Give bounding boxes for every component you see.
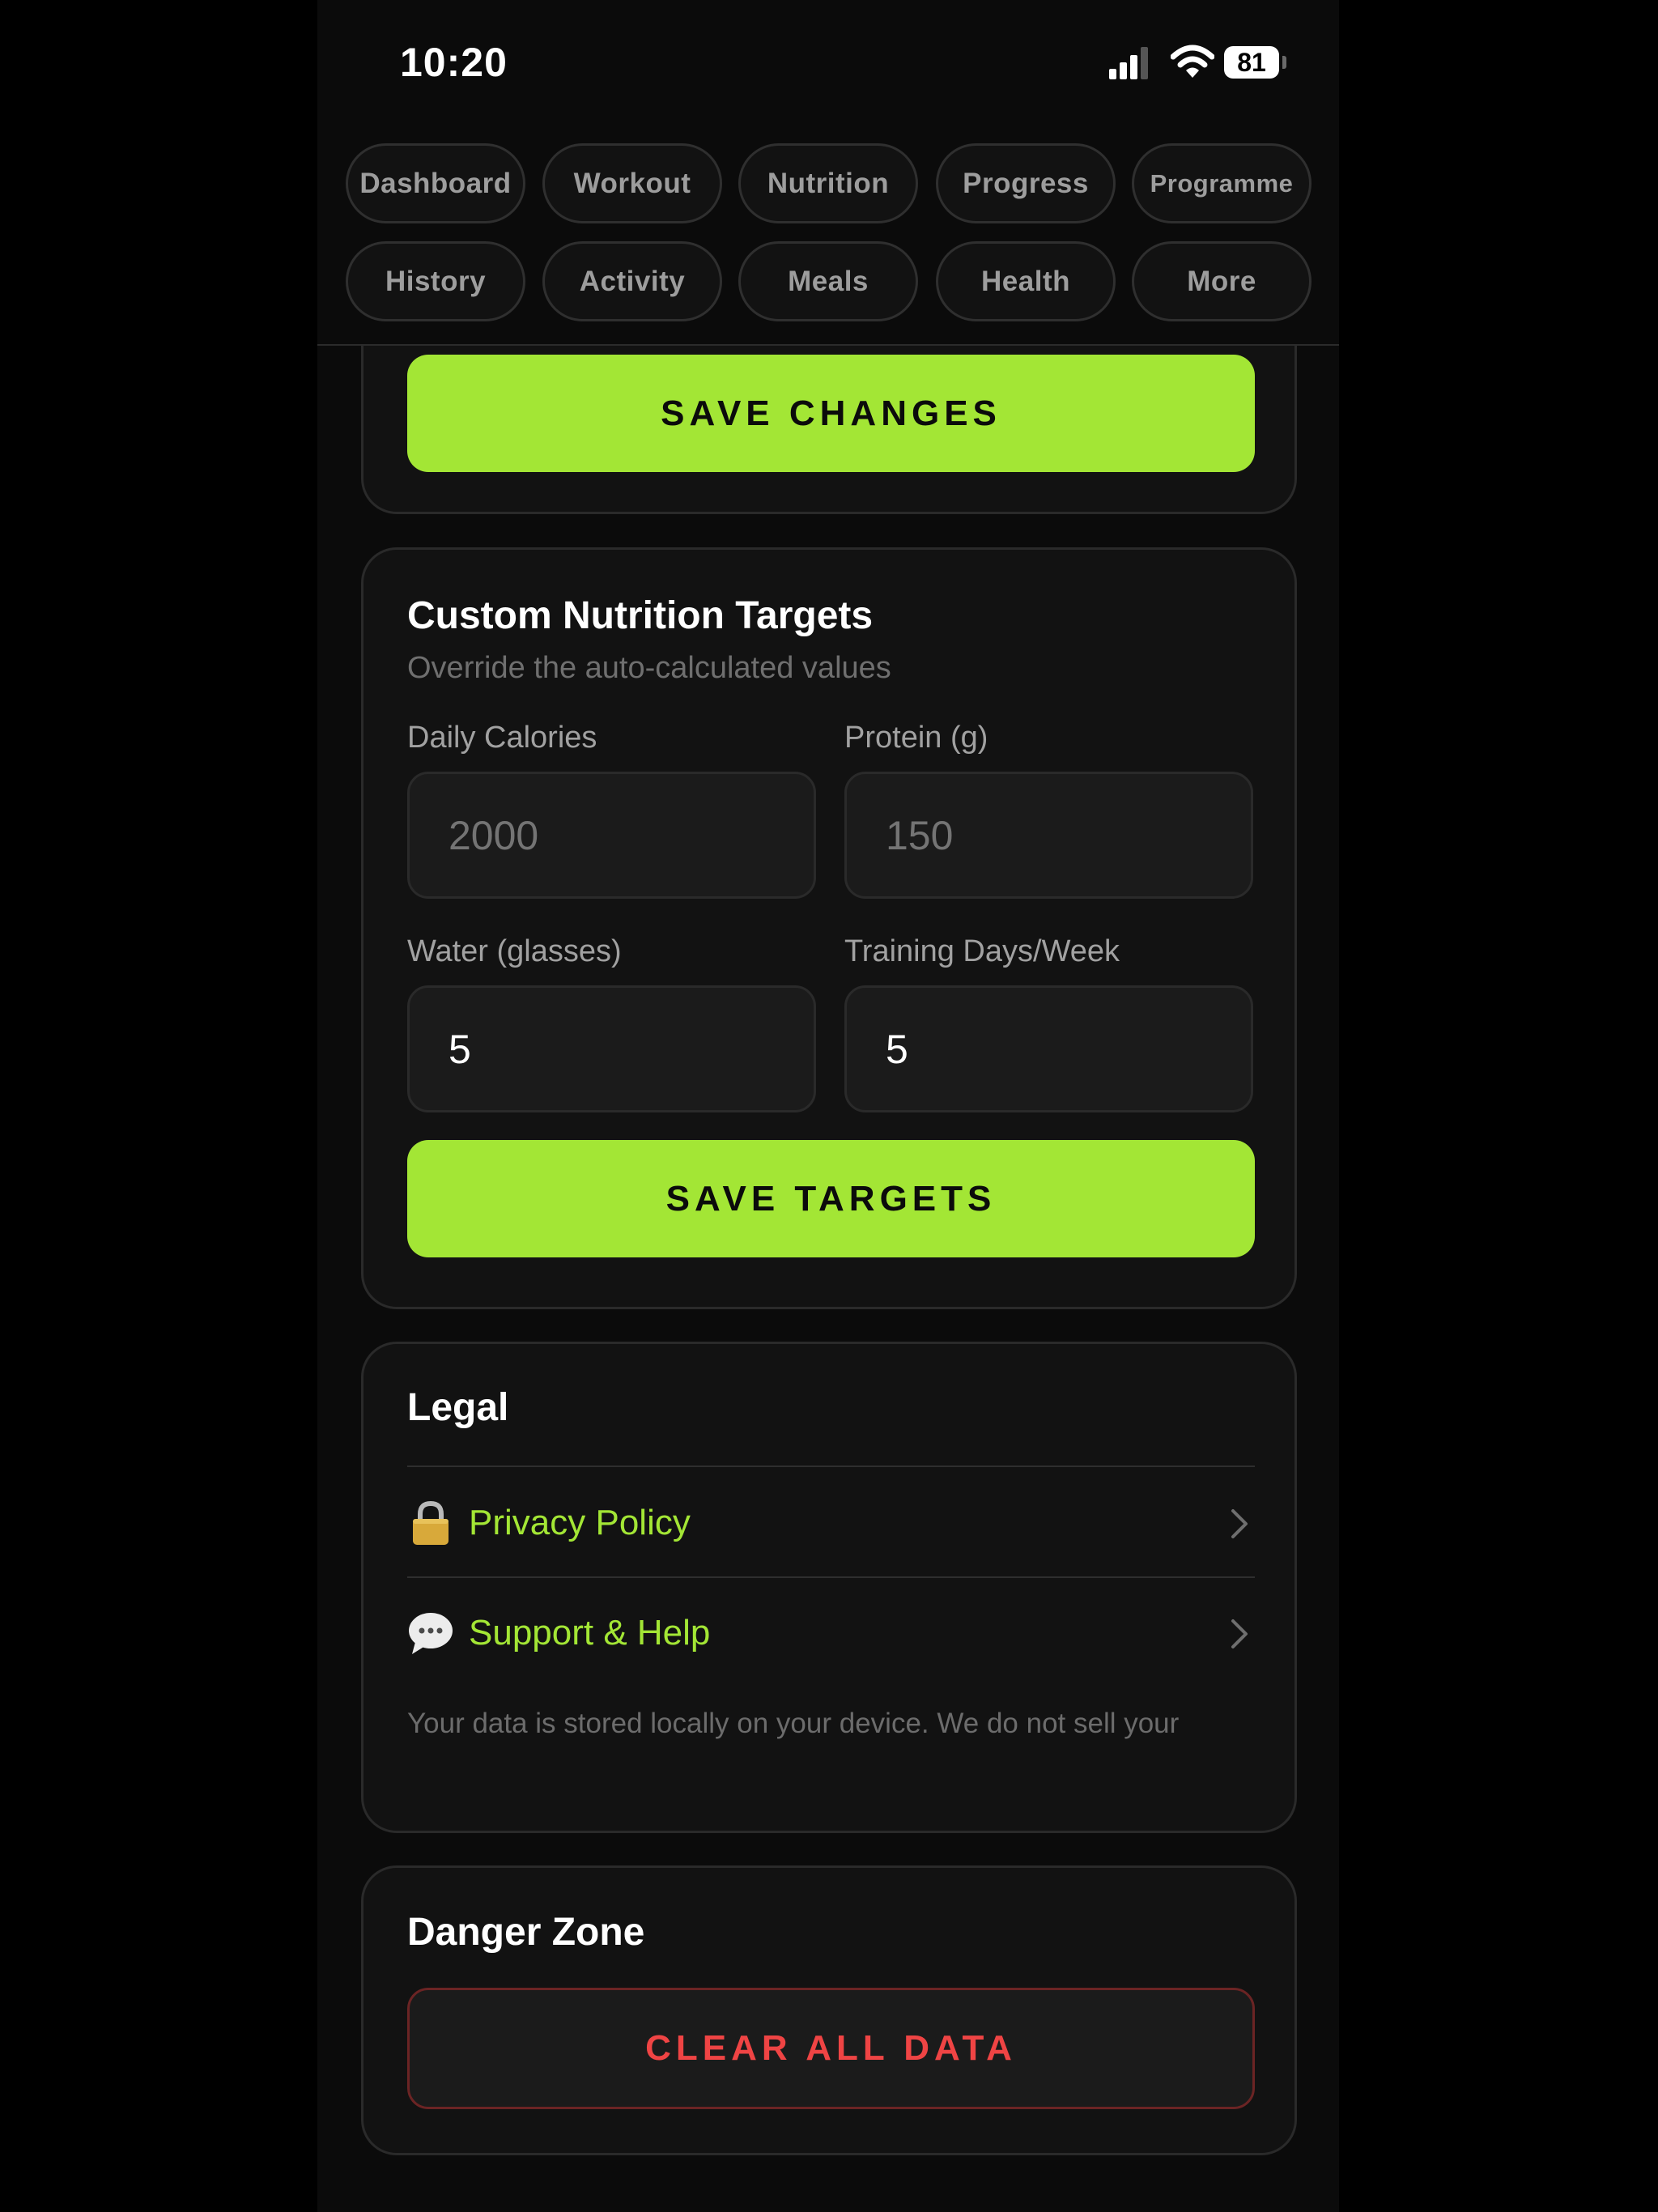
custom-nutrition-targets-card: Custom Nutrition Targets Override the au… xyxy=(361,547,1297,1309)
nav-more[interactable]: More xyxy=(1132,241,1312,321)
battery-nub xyxy=(1282,56,1286,69)
nav-nutrition[interactable]: Nutrition xyxy=(738,143,918,223)
cellular-signal-icon xyxy=(1109,47,1148,79)
status-bar: 10:20 81 xyxy=(317,0,1339,130)
divider xyxy=(407,1576,1255,1578)
phone-screen: 10:20 81 Dashboard Workout Nutrition Pro… xyxy=(317,0,1339,2212)
privacy-note: Your data is stored locally on your devi… xyxy=(407,1708,1180,1739)
lock-icon xyxy=(413,1500,449,1545)
nav-health[interactable]: Health xyxy=(936,241,1116,321)
card-title: Danger Zone xyxy=(407,1911,645,1954)
clear-all-data-button[interactable]: CLEAR ALL DATA xyxy=(407,1988,1255,2109)
profile-card: SAVE CHANGES xyxy=(361,346,1297,514)
training-days-input[interactable]: 5 xyxy=(844,985,1253,1112)
protein-label: Protein (g) xyxy=(844,721,988,755)
chevron-right-icon xyxy=(1231,1619,1248,1648)
legal-card: Legal Privacy Policy Support & Help Your… xyxy=(361,1342,1297,1833)
nav-meals[interactable]: Meals xyxy=(738,241,918,321)
nav-bar: Dashboard Workout Nutrition Progress Pro… xyxy=(317,130,1339,346)
danger-zone-card: Danger Zone CLEAR ALL DATA xyxy=(361,1865,1297,2155)
water-input[interactable]: 5 xyxy=(407,985,816,1112)
divider xyxy=(407,1465,1255,1467)
nav-progress[interactable]: Progress xyxy=(936,143,1116,223)
card-subtitle: Override the auto-calculated values xyxy=(407,651,891,685)
speech-bubble-icon xyxy=(409,1613,453,1654)
nav-programme[interactable]: Programme xyxy=(1132,143,1312,223)
nav-activity[interactable]: Activity xyxy=(542,241,722,321)
privacy-policy-label: Privacy Policy xyxy=(469,1503,691,1542)
card-title: Legal xyxy=(407,1386,509,1429)
chevron-right-icon xyxy=(1231,1509,1248,1538)
status-time: 10:20 xyxy=(400,40,508,85)
daily-calories-input[interactable]: 2000 xyxy=(407,772,816,899)
card-title: Custom Nutrition Targets xyxy=(407,594,874,637)
daily-calories-label: Daily Calories xyxy=(407,721,597,755)
nav-history[interactable]: History xyxy=(346,241,525,321)
water-label: Water (glasses) xyxy=(407,934,622,968)
privacy-policy-row[interactable]: Privacy Policy xyxy=(407,1469,1255,1576)
nav-workout[interactable]: Workout xyxy=(542,143,722,223)
support-help-row[interactable]: Support & Help xyxy=(407,1579,1255,1686)
protein-input[interactable]: 150 xyxy=(844,772,1253,899)
support-help-label: Support & Help xyxy=(469,1613,711,1653)
training-days-label: Training Days/Week xyxy=(844,934,1120,968)
save-changes-button[interactable]: SAVE CHANGES xyxy=(407,355,1255,472)
battery-level: 81 xyxy=(1224,46,1279,79)
nav-dashboard[interactable]: Dashboard xyxy=(346,143,525,223)
settings-scroll-content[interactable]: SAVE CHANGES Custom Nutrition Targets Ov… xyxy=(317,346,1339,2212)
save-targets-button[interactable]: SAVE TARGETS xyxy=(407,1140,1255,1257)
wifi-icon xyxy=(1171,45,1214,78)
